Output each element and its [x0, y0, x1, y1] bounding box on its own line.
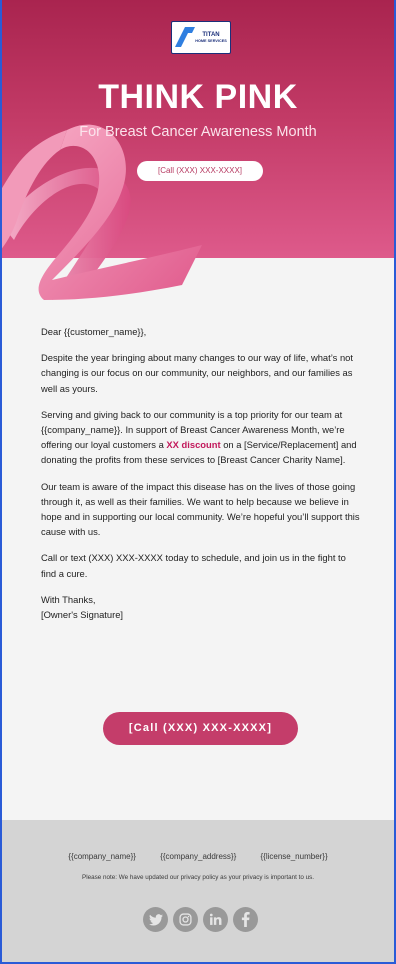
greeting: Dear {{customer_name}},: [41, 326, 147, 337]
footer-placeholders: {{company_name}} {{company_address}} {{l…: [2, 852, 394, 861]
instagram-icon[interactable]: [173, 907, 198, 932]
social-links: [143, 907, 263, 933]
email-frame: TITAN HOME SERVICES THINK PINK For Breas…: [2, 0, 394, 962]
paragraph-1: Despite the year bringing about many cha…: [41, 352, 353, 394]
footer-company-name: {{company_name}}: [68, 852, 136, 861]
facebook-icon[interactable]: [233, 907, 258, 932]
paragraph-3: Our team is aware of the impact this dis…: [41, 480, 360, 538]
house-logo-icon: [175, 27, 195, 47]
footer-company-address: {{company_address}}: [160, 852, 237, 861]
hero-subtitle: For Breast Cancer Awareness Month: [79, 124, 317, 140]
logo-subtitle: HOME SERVICES: [195, 39, 227, 43]
company-logo: TITAN HOME SERVICES: [171, 21, 231, 54]
signoff-block: With Thanks, [Owner's Signature]: [41, 592, 363, 622]
privacy-note: Please note: We have updated our privacy…: [82, 874, 314, 881]
signature: [Owner's Signature]: [41, 609, 124, 621]
hero-call-button[interactable]: [Call (XXX) XXX-XXXX]: [137, 161, 263, 181]
call-cta-button[interactable]: [Call (XXX) XXX-XXXX]: [103, 712, 298, 745]
paragraph-2: Serving and giving back to our community…: [41, 407, 363, 468]
hero-title: THINK PINK: [98, 78, 298, 116]
logo-brand: TITAN: [202, 32, 220, 38]
letter-body: Dear {{customer_name}}, Despite the year…: [41, 324, 363, 622]
pink-ribbon-icon: [2, 124, 202, 301]
paragraph-4: Call or text (XXX) XXX-XXXX today to sch…: [41, 552, 346, 579]
twitter-icon[interactable]: [143, 907, 168, 932]
footer: {{company_name}} {{company_address}} {{l…: [2, 820, 394, 962]
signoff: With Thanks,: [41, 593, 96, 605]
footer-license-number: {{license_number}}: [260, 852, 328, 861]
linkedin-icon[interactable]: [203, 907, 228, 932]
discount-highlight: XX discount: [166, 439, 221, 451]
